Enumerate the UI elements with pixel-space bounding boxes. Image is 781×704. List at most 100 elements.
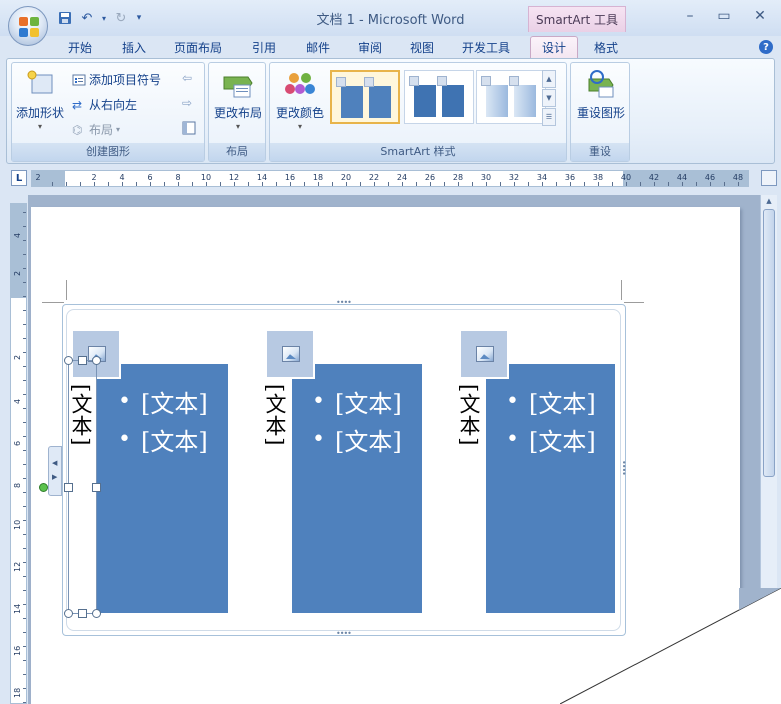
ruler-tick [23,674,26,675]
rotation-handle[interactable] [39,483,48,492]
org-layout-icon: ⌬ [72,122,83,137]
ruler-number: 2 [13,354,22,360]
smartart-bullet[interactable]: [文本] [312,420,402,458]
change-colors-label: 更改颜色 [275,106,324,120]
add-bullet-button[interactable]: 添加项目符号 [72,71,161,88]
resize-handle[interactable] [64,356,73,365]
smartart-bullet[interactable]: [文本] [118,382,208,420]
resize-handle[interactable] [78,609,87,618]
frame-handle-top[interactable]: •••• [336,298,352,307]
help-icon[interactable]: ? [759,40,773,54]
style-gallery-item[interactable] [404,70,474,124]
demote-button[interactable]: ⇨ [182,96,192,110]
picture-placeholder[interactable] [459,329,509,379]
arrow-left-icon: ⇦ [182,71,193,85]
smartart-bullet[interactable]: [文本] [312,382,402,420]
layouts-group-label: 布局 [209,143,265,161]
smartart-bullet[interactable]: [文本] [506,420,596,458]
promote-button[interactable]: ⇦ [182,71,192,85]
tab-stop-selector[interactable]: L [11,170,27,186]
ruler-number: 20 [340,173,352,182]
ruler-number: 40 [620,173,632,182]
smartart-bullet[interactable]: [文本] [506,382,596,420]
tab-developer[interactable]: 开发工具 [454,36,518,58]
ruler-number: 8 [13,482,22,488]
text-pane-toggle[interactable]: ◀ ▶ [48,446,62,496]
layout-button[interactable]: ⌬ 布局 ▾ [72,121,120,138]
tab-review[interactable]: 审阅 [348,36,392,58]
tab-mailings[interactable]: 邮件 [296,36,340,58]
view-ruler-icon[interactable] [761,170,777,186]
scroll-thumb[interactable] [763,209,775,477]
vertical-ruler[interactable]: 4 2 2 4 6 8 10 12 14 16 18 [10,203,27,704]
add-shape-button[interactable]: 添加形状 ▾ [16,69,64,131]
smartart-vertical-text[interactable]: [文本] [263,384,290,446]
group-smartart-styles: 更改颜色 ▾ ▲ ▼ ☰ SmartArt 样式 [269,62,567,162]
resize-handle[interactable] [64,609,73,618]
frame-handle-right[interactable]: •••• [619,460,628,475]
picture-placeholder[interactable] [265,329,315,379]
style-gallery-item[interactable] [476,70,546,124]
minimize-icon[interactable]: – [676,6,704,26]
ruler-tick [374,182,375,186]
chevron-down-icon: ▾ [297,122,302,131]
resize-handle[interactable] [92,609,101,618]
resize-handle[interactable] [92,483,101,492]
ruler-tick [23,534,26,535]
smartart-bullet[interactable]: [文本] [118,420,208,458]
ruler-number: 12 [228,173,240,182]
ruler-tick [23,590,26,591]
change-layout-button[interactable]: 更改布局 ▾ [211,69,265,131]
tab-home[interactable]: 开始 [58,36,102,58]
ruler-tick [276,182,277,186]
ruler-tick [472,182,473,186]
ruler-tick [192,182,193,186]
crop-mark [66,280,67,300]
ruler-tick [23,520,26,521]
ruler-tick [52,182,53,186]
ruler-tick [304,182,305,186]
tab-page-layout[interactable]: 页面布局 [166,36,230,58]
tab-references[interactable]: 引用 [242,36,286,58]
resize-handle[interactable] [78,356,87,365]
ruler-tick [458,182,459,186]
reset-graphic-button[interactable]: 重设图形 [573,69,629,121]
ruler-tick [696,182,697,186]
ruler-tick [724,182,725,186]
gallery-more-icon[interactable]: ☰ [542,108,556,126]
change-colors-button[interactable]: 更改颜色 ▾ [272,69,328,131]
ruler-tick [23,394,26,395]
ruler-number: 28 [452,173,464,182]
ruler-number: 2 [91,173,97,182]
resize-handle[interactable] [92,356,101,365]
text-pane-button[interactable] [182,121,196,135]
maximize-icon[interactable]: ▭ [710,6,738,26]
right-to-left-icon: ⇄ [72,97,83,112]
ruler-tick [23,702,26,703]
reset-group-label: 重设 [571,143,629,161]
ruler-tick [94,182,95,186]
office-button[interactable] [8,6,48,46]
ruler-tick [220,182,221,186]
ruler-number: 22 [368,173,380,182]
scroll-up-icon[interactable]: ▲ [761,195,777,207]
smartart-vertical-text[interactable]: [文本] [457,384,484,446]
style-gallery-item[interactable] [330,70,400,124]
ruler-number: 24 [396,173,408,182]
right-to-left-button[interactable]: ⇄ 从右向左 [72,96,137,113]
close-icon[interactable]: ✕ [746,6,774,26]
frame-handle-bottom[interactable]: •••• [336,629,352,638]
group-reset: 重设图形 重设 [570,62,630,162]
resize-handle[interactable] [64,483,73,492]
horizontal-ruler[interactable]: 2 2 4 6 8 10 12 14 16 18 20 22 24 26 28 30 32 34 36 38 40 42 4… [31,170,749,187]
ruler-number: 2 [13,270,22,276]
gallery-up-icon[interactable]: ▲ [542,70,556,88]
tab-insert[interactable]: 插入 [112,36,156,58]
gallery-down-icon[interactable]: ▼ [542,89,556,107]
tab-view[interactable]: 视图 [400,36,444,58]
tab-design[interactable]: 设计 [530,36,578,58]
ruler-tick [23,506,26,507]
tab-format[interactable]: 格式 [584,36,628,58]
ruler-number: 14 [256,173,268,182]
ruler-number: 26 [424,173,436,182]
